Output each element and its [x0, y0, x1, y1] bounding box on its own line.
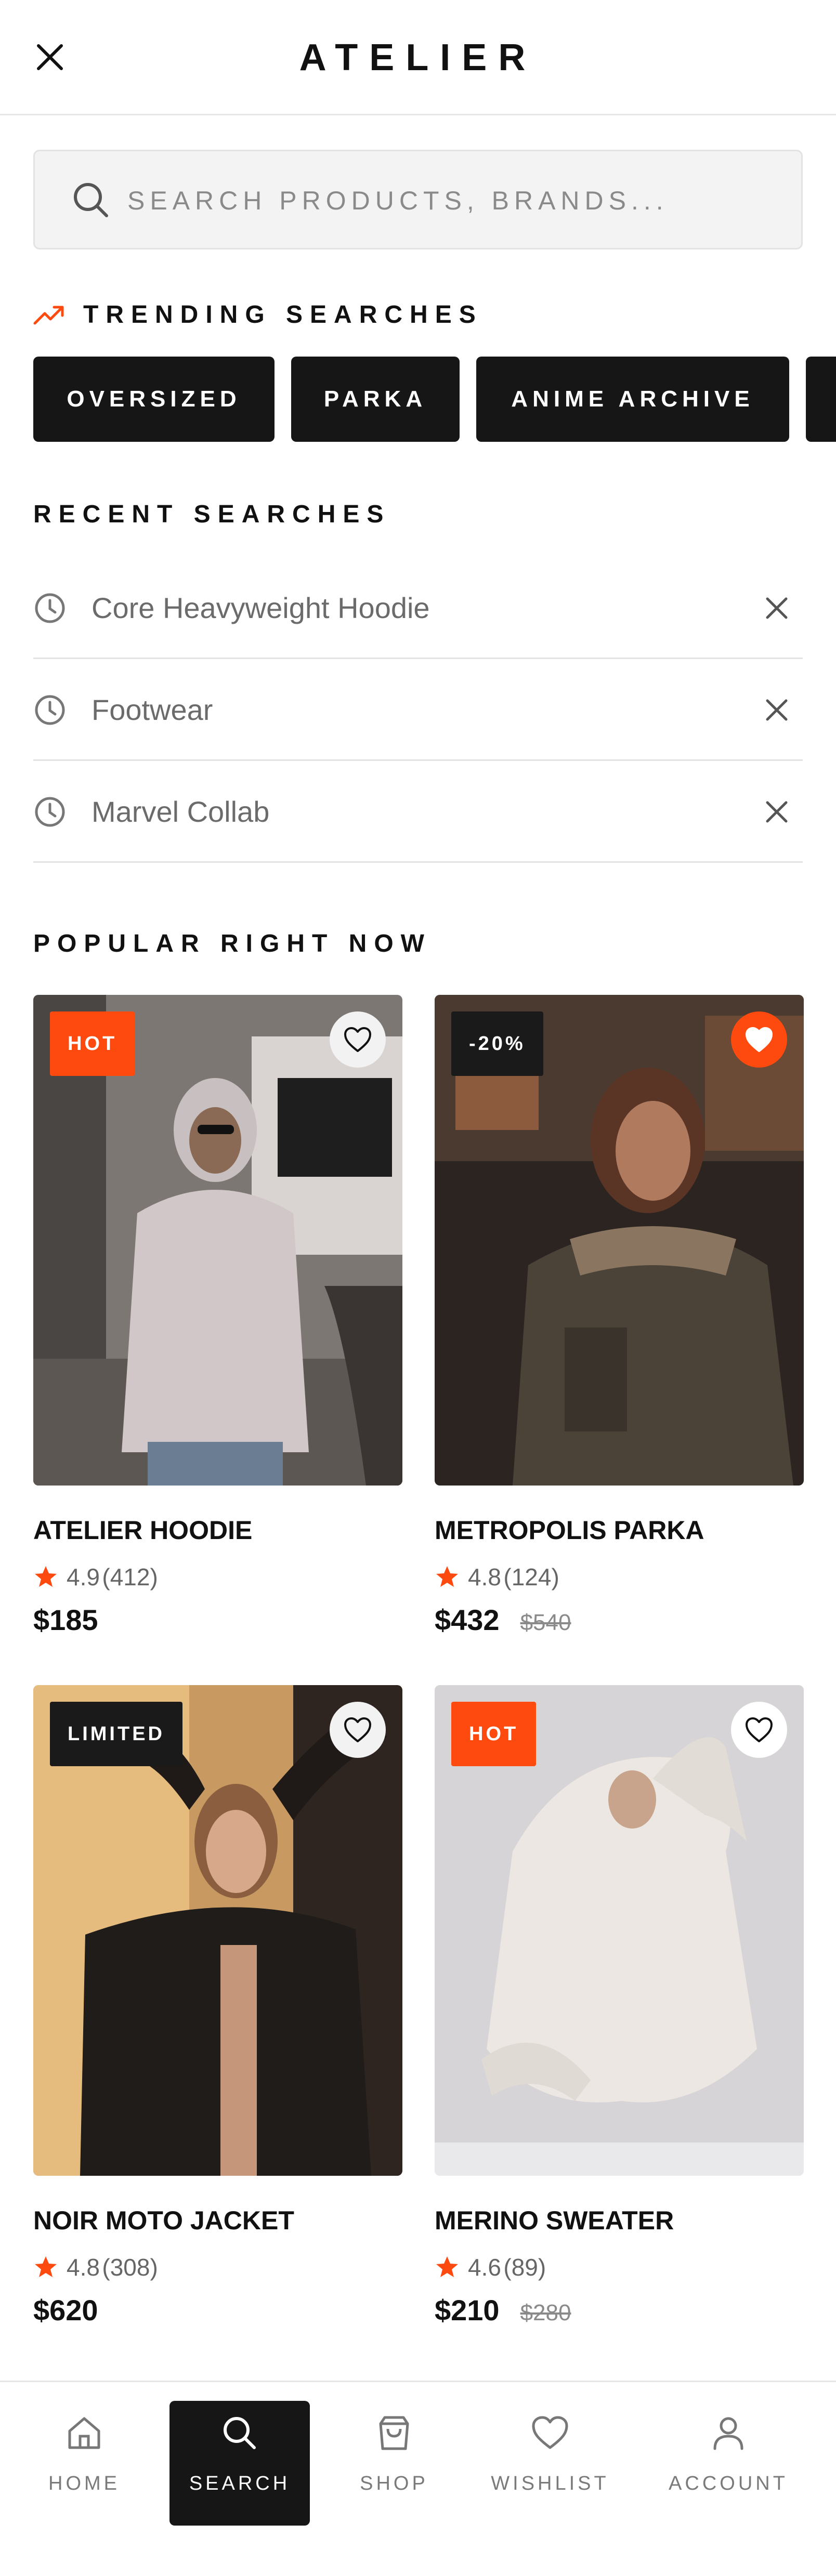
- price-row: $210 $280: [435, 2293, 571, 2327]
- trending-title: TRENDING SEARCHES: [83, 301, 483, 328]
- bottom-navigation: HOME SEARCH SHOP WISHLIST ACCOUNT: [0, 2381, 836, 2576]
- recent-search-label: Footwear: [92, 693, 213, 726]
- nav-label: SHOP: [360, 2473, 428, 2494]
- clock-icon: [35, 797, 65, 827]
- nav-label: HOME: [48, 2473, 120, 2494]
- star-icon: [436, 1566, 458, 1587]
- clock-icon: [35, 695, 65, 725]
- shopping-bag-icon: [379, 2416, 409, 2450]
- product-name[interactable]: MERINO SWEATER: [435, 2205, 674, 2236]
- remove-icon[interactable]: [762, 797, 791, 826]
- review-count: (89): [503, 2254, 546, 2281]
- trending-chips: OVERSIZED PARKA ANIME ARCHIVE: [33, 357, 836, 442]
- star-icon: [35, 1566, 57, 1587]
- recent-search-item[interactable]: Core Heavyweight Hoodie: [33, 557, 803, 659]
- star-icon: [35, 2256, 57, 2277]
- nav-label: WISHLIST: [491, 2473, 609, 2494]
- product-badge: LIMITED: [50, 1702, 182, 1766]
- clock-icon: [35, 593, 65, 623]
- heart-icon: [344, 1717, 371, 1742]
- product-price: $432: [435, 1604, 500, 1636]
- rating-value: 4.8: [468, 1563, 501, 1591]
- wishlist-toggle[interactable]: [731, 1702, 787, 1758]
- search-icon: [74, 183, 108, 217]
- recent-search-item[interactable]: Marvel Collab: [33, 761, 803, 863]
- user-icon: [713, 2417, 743, 2450]
- price-row: $620: [33, 2293, 98, 2327]
- product-rating: 4.8 (124): [435, 1562, 559, 1592]
- nav-search[interactable]: SEARCH: [169, 2401, 310, 2526]
- nav-label: ACCOUNT: [669, 2473, 788, 2494]
- nav-wishlist[interactable]: WISHLIST: [489, 2401, 611, 2526]
- product-name[interactable]: ATELIER HOODIE: [33, 1515, 252, 1546]
- trending-chip[interactable]: PARKA: [291, 357, 460, 442]
- product-price: $620: [33, 2294, 98, 2327]
- rating-value: 4.8: [67, 2254, 100, 2281]
- recent-title: RECENT SEARCHES: [33, 501, 391, 528]
- remove-icon[interactable]: [762, 695, 791, 725]
- price-row: $432 $540: [435, 1603, 571, 1637]
- star-icon: [436, 2256, 458, 2277]
- nav-label: SEARCH: [189, 2473, 291, 2494]
- recent-search-item[interactable]: Footwear: [33, 659, 803, 761]
- wishlist-toggle[interactable]: [731, 1011, 787, 1068]
- heart-icon: [532, 2416, 568, 2449]
- nav-shop[interactable]: SHOP: [343, 2401, 445, 2526]
- top-bar: ATELIER: [0, 0, 836, 115]
- brand-title: ATELIER: [299, 37, 537, 78]
- wishlist-toggle[interactable]: [330, 1702, 386, 1758]
- nav-account[interactable]: ACCOUNT: [663, 2401, 793, 2526]
- review-count: (308): [102, 2254, 158, 2281]
- product-original-price: $540: [520, 1610, 571, 1635]
- search-icon: [224, 2417, 256, 2449]
- trending-chip[interactable]: [806, 357, 836, 442]
- popular-title: POPULAR RIGHT NOW: [33, 930, 432, 957]
- review-count: (124): [503, 1563, 559, 1591]
- heart-icon: [746, 1027, 773, 1052]
- heart-icon: [344, 1027, 371, 1052]
- remove-icon[interactable]: [762, 594, 791, 623]
- product-badge: HOT: [50, 1011, 135, 1076]
- heart-icon: [746, 1717, 773, 1742]
- trending-up-icon: [33, 306, 64, 325]
- product-badge: HOT: [451, 1702, 537, 1766]
- home-icon: [68, 2417, 100, 2449]
- search-box[interactable]: [33, 150, 803, 249]
- product-name[interactable]: METROPOLIS PARKA: [435, 1515, 704, 1546]
- rating-value: 4.9: [67, 1563, 100, 1591]
- review-count: (412): [102, 1563, 158, 1591]
- nav-home[interactable]: HOME: [33, 2401, 135, 2526]
- rating-value: 4.6: [468, 2254, 501, 2281]
- product-rating: 4.6 (89): [435, 2253, 546, 2282]
- recent-search-label: Core Heavyweight Hoodie: [92, 592, 430, 624]
- product-original-price: $280: [520, 2300, 571, 2325]
- product-price: $210: [435, 2294, 500, 2327]
- product-rating: 4.8 (308): [33, 2253, 158, 2282]
- recent-search-label: Marvel Collab: [92, 795, 270, 828]
- product-rating: 4.9 (412): [33, 1562, 158, 1592]
- trending-chip[interactable]: OVERSIZED: [33, 357, 275, 442]
- product-price: $185: [33, 1604, 98, 1636]
- price-row: $185: [33, 1603, 98, 1637]
- product-name[interactable]: NOIR MOTO JACKET: [33, 2205, 294, 2236]
- trending-chip[interactable]: ANIME ARCHIVE: [476, 357, 789, 442]
- search-input[interactable]: [127, 177, 782, 224]
- product-badge: -20%: [451, 1011, 543, 1076]
- wishlist-toggle[interactable]: [330, 1011, 386, 1068]
